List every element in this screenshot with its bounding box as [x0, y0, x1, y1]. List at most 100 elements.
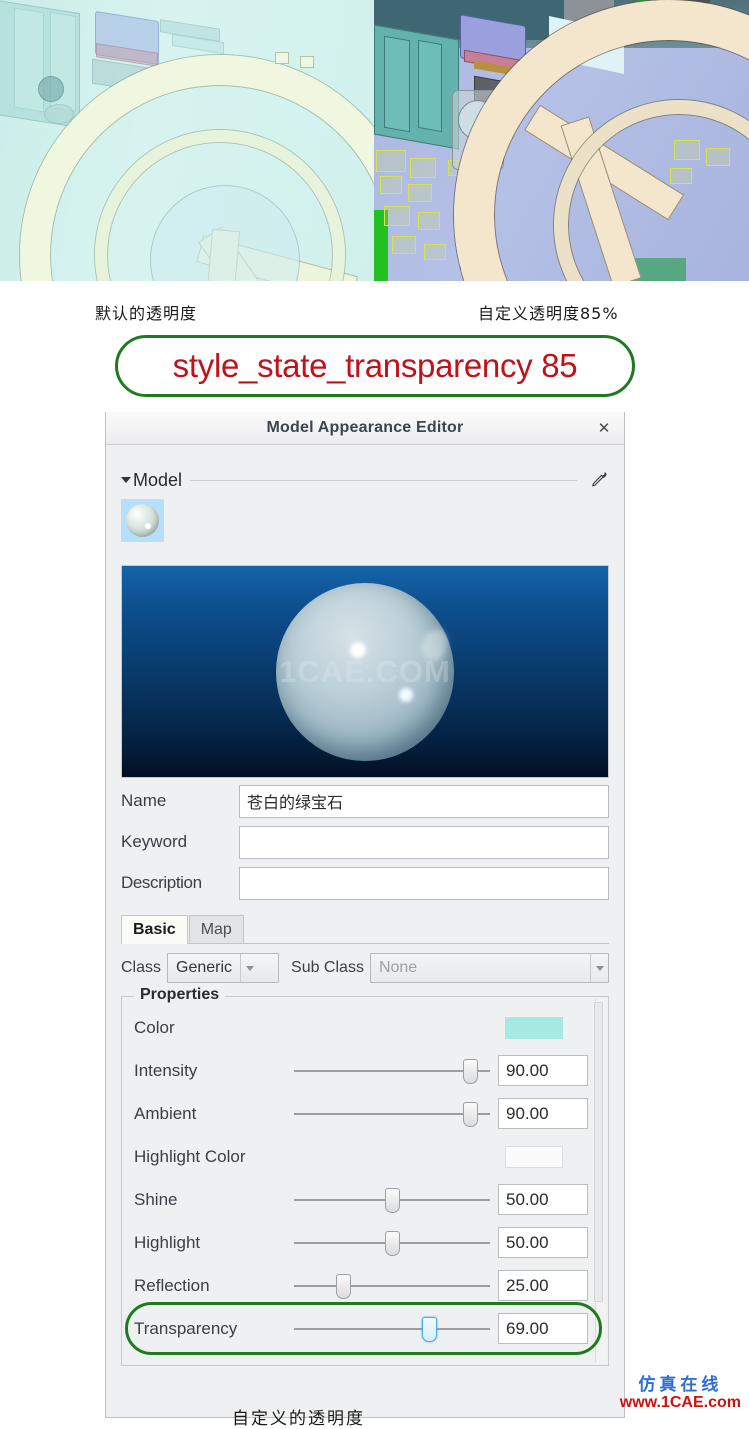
class-dropdown[interactable]: Generic — [167, 953, 280, 983]
custom-transparency-view — [374, 0, 749, 281]
color-row: Color — [134, 1006, 598, 1049]
transparency-label: Transparency — [134, 1318, 238, 1338]
silkscreen-outline — [418, 212, 440, 230]
preview-watermark: 1CAE.COM — [279, 653, 451, 689]
pcb-slot — [384, 35, 410, 133]
cad-comparison-strip — [0, 0, 749, 281]
model-appearance-editor-dialog: Model Appearance Editor ✕ Model 1CAE.COM… — [105, 412, 625, 1418]
default-transparency-view — [0, 0, 374, 281]
name-label: Name — [121, 791, 167, 810]
shine-value[interactable]: 50.00 — [498, 1184, 588, 1215]
silkscreen-outline — [392, 236, 416, 254]
slider-track — [294, 1069, 490, 1072]
appearance-tabs: Basic Map — [121, 914, 609, 944]
sub-class-dropdown[interactable]: None — [369, 953, 609, 983]
highlight-label: Highlight — [134, 1232, 201, 1252]
watermark-chinese: 仿真在线 — [638, 1375, 723, 1396]
model-group-label: Model — [133, 469, 183, 490]
class-value: Generic — [176, 959, 233, 976]
slider-thumb[interactable] — [422, 1316, 438, 1342]
properties-scrollbar-thumb[interactable] — [594, 1002, 603, 1302]
shine-label: Shine — [134, 1189, 178, 1209]
model-group-header[interactable]: Model — [121, 463, 609, 497]
eyedropper-icon[interactable] — [587, 469, 609, 491]
close-icon[interactable]: ✕ — [594, 418, 614, 438]
transparency-slider[interactable] — [294, 1316, 490, 1342]
shine-slider[interactable] — [294, 1187, 490, 1213]
slider-thumb[interactable] — [463, 1101, 479, 1127]
watermark-url: www.1CAE.com — [619, 1394, 741, 1412]
chevron-down-icon[interactable] — [240, 954, 258, 982]
slider-track — [294, 1112, 490, 1115]
ambient-value[interactable]: 90.00 — [498, 1098, 588, 1129]
intensity-value[interactable]: 90.00 — [498, 1055, 588, 1086]
reflection-value[interactable]: 25.00 — [498, 1270, 588, 1301]
ambient-row: Ambient 90.00 — [134, 1092, 598, 1135]
slider-track — [294, 1327, 490, 1330]
description-field-row: Description — [121, 865, 609, 901]
lens-cylinder — [38, 76, 64, 102]
intensity-row: Intensity 90.00 — [134, 1049, 598, 1092]
silkscreen-outline — [410, 158, 436, 178]
chevron-down-icon[interactable] — [121, 477, 131, 483]
highlight-color-label: Highlight Color — [134, 1146, 246, 1166]
silkscreen-outline — [408, 184, 432, 202]
keyword-field-row: Keyword — [121, 824, 609, 860]
description-label: Description — [121, 873, 202, 892]
keyword-label: Keyword — [121, 832, 188, 851]
highlight-slider[interactable] — [294, 1230, 490, 1256]
reflection-slider[interactable] — [294, 1273, 490, 1299]
silkscreen-outline — [380, 176, 402, 194]
sub-class-value: None — [378, 959, 418, 976]
reflection-label: Reflection — [134, 1275, 210, 1295]
dialog-title: Model Appearance Editor — [266, 419, 464, 436]
transparency-value[interactable]: 69.00 — [498, 1313, 588, 1344]
reflection-row: Reflection 25.00 — [134, 1264, 598, 1307]
dialog-title-bar: Model Appearance Editor ✕ — [106, 412, 624, 445]
material-swatch-row — [121, 499, 609, 545]
tab-map[interactable]: Map — [188, 915, 244, 943]
site-watermark: 仿真在线 www.1CAE.com — [620, 1377, 741, 1412]
sub-class-label: Sub Class — [291, 959, 364, 976]
highlight-color-row: Highlight Color — [134, 1135, 598, 1178]
color-swatch[interactable] — [505, 1016, 563, 1039]
highlight-color-swatch[interactable] — [505, 1145, 563, 1168]
properties-group: Properties Color Intensity 90.00 Ambient — [121, 986, 609, 1366]
material-preview[interactable]: 1CAE.COM — [121, 565, 609, 778]
dialog-body: Model 1CAE.COM Name 苍白的绿宝石 Keyword Descr… — [106, 463, 624, 1366]
name-field-row: Name 苍白的绿宝石 — [121, 783, 609, 819]
lens-base — [44, 104, 74, 124]
chevron-down-icon[interactable] — [590, 954, 608, 982]
bottom-note: 自定义的透明度 — [232, 1409, 365, 1429]
name-input[interactable]: 苍白的绿宝石 — [239, 784, 609, 818]
pcb-slot — [418, 39, 442, 133]
silkscreen-outline — [384, 206, 410, 226]
rim-notch — [300, 56, 314, 68]
slider-thumb[interactable] — [336, 1273, 351, 1299]
intensity-label: Intensity — [134, 1060, 198, 1080]
green-highlight-pill: style_state_transparency 85 — [115, 335, 635, 397]
style-state-banner-text: style_state_transparency 85 — [172, 347, 578, 384]
keyword-input[interactable] — [239, 825, 609, 859]
description-input[interactable] — [239, 866, 609, 900]
comparison-captions: 默认的透明度 自定义透明度85% — [0, 300, 749, 326]
tab-basic[interactable]: Basic — [121, 915, 188, 944]
silkscreen-outline — [376, 150, 406, 172]
color-label: Color — [134, 1017, 175, 1037]
rim-notch — [275, 52, 289, 64]
ambient-slider[interactable] — [294, 1101, 490, 1127]
style-state-banner: style_state_transparency 85 — [115, 335, 635, 397]
slider-thumb[interactable] — [385, 1187, 400, 1213]
highlight-row: Highlight 50.00 — [134, 1221, 598, 1264]
slider-track — [294, 1284, 490, 1287]
highlight-value[interactable]: 50.00 — [498, 1227, 588, 1258]
group-divider — [190, 479, 577, 481]
slider-thumb[interactable] — [385, 1230, 400, 1256]
slider-thumb[interactable] — [463, 1058, 479, 1084]
material-thumbnail-selected[interactable] — [121, 499, 164, 542]
material-sphere-icon — [126, 504, 159, 537]
intensity-slider[interactable] — [294, 1058, 490, 1084]
ambient-label: Ambient — [134, 1103, 197, 1123]
silkscreen-outline — [424, 244, 446, 260]
caption-default-transparency: 默认的透明度 — [95, 304, 198, 323]
